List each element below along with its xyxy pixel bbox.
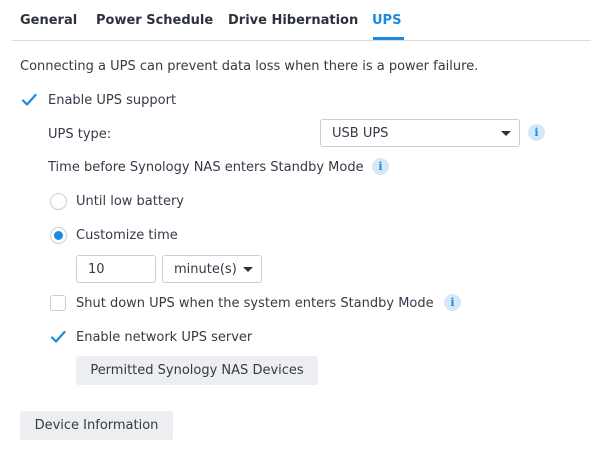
time-unit-select[interactable]: minute(s) — [162, 255, 262, 283]
tab-power-schedule[interactable]: Power Schedule — [96, 13, 213, 28]
chevron-down-icon — [501, 131, 511, 136]
standby-time-input[interactable] — [76, 255, 156, 283]
enable-ups-checkbox[interactable] — [21, 92, 37, 108]
shutdown-ups-checkbox[interactable] — [50, 295, 66, 311]
ups-type-select[interactable]: USB UPS — [320, 119, 520, 147]
tab-bar: General Power Schedule Drive Hibernation… — [12, 0, 591, 41]
network-ups-checkbox[interactable] — [50, 329, 66, 345]
standby-mode-info-icon[interactable]: i — [372, 158, 389, 175]
ups-type-info-icon[interactable]: i — [528, 124, 545, 141]
device-information-button[interactable]: Device Information — [20, 411, 173, 440]
standby-mode-label: Time before Synology NAS enters Standby … — [48, 160, 364, 175]
shutdown-ups-info-icon[interactable]: i — [444, 294, 461, 311]
ups-description: Connecting a UPS can prevent data loss w… — [20, 59, 479, 74]
customize-time-label[interactable]: Customize time — [76, 228, 178, 243]
permitted-devices-button[interactable]: Permitted Synology NAS Devices — [76, 356, 318, 385]
tab-drive-hibernation[interactable]: Drive Hibernation — [228, 13, 358, 28]
ups-type-value: USB UPS — [332, 126, 389, 141]
ups-type-label: UPS type: — [48, 127, 112, 142]
network-ups-label[interactable]: Enable network UPS server — [76, 330, 252, 345]
until-low-battery-radio[interactable] — [50, 193, 67, 210]
active-tab-indicator — [373, 37, 404, 40]
ups-settings-page: General Power Schedule Drive Hibernation… — [0, 0, 591, 458]
until-low-battery-label[interactable]: Until low battery — [76, 194, 184, 209]
chevron-down-icon — [243, 267, 253, 272]
time-unit-value: minute(s) — [174, 262, 237, 277]
tab-general[interactable]: General — [20, 13, 77, 28]
shutdown-ups-label[interactable]: Shut down UPS when the system enters Sta… — [76, 296, 434, 311]
enable-ups-label[interactable]: Enable UPS support — [48, 93, 176, 108]
customize-time-radio[interactable] — [50, 227, 67, 244]
checkmark-icon — [21, 93, 37, 106]
tab-ups[interactable]: UPS — [372, 13, 401, 28]
checkmark-icon — [50, 330, 66, 343]
